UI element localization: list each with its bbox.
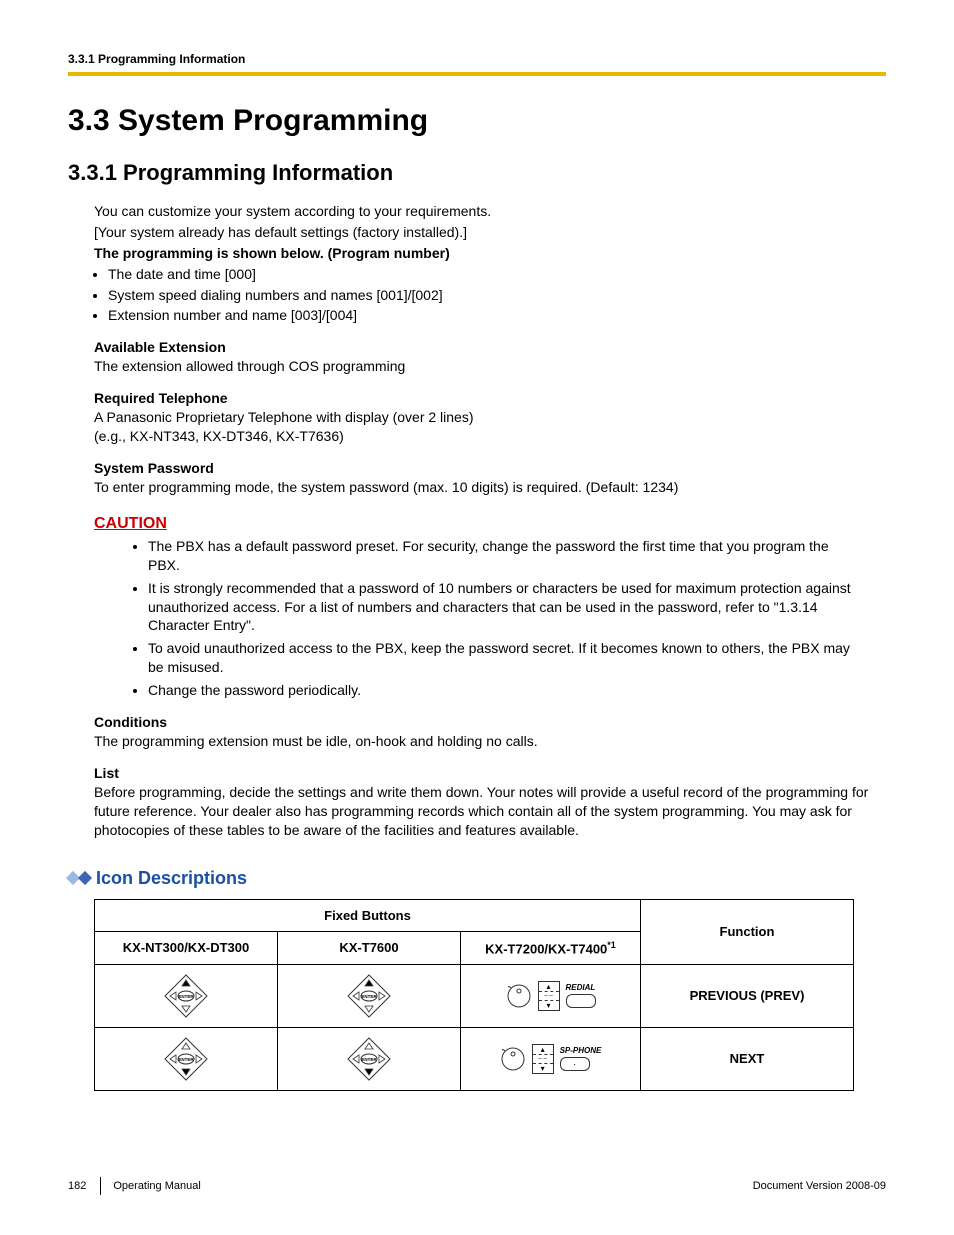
nav-down-icon: ENTER — [278, 1027, 461, 1090]
list-item: The PBX has a default password preset. F… — [148, 537, 860, 575]
system-password-heading: System Password — [94, 460, 886, 476]
rocker-icon: ▴– –▾ — [538, 981, 560, 1011]
nav-down-icon: ENTER — [95, 1027, 278, 1090]
nav-up-icon: ENTER — [95, 964, 278, 1027]
available-extension-text: The extension allowed through COS progra… — [94, 357, 886, 376]
svg-text:ENTER: ENTER — [178, 994, 194, 999]
list-item: The date and time [000] — [108, 265, 886, 284]
conditions-heading: Conditions — [94, 714, 886, 730]
icon-descriptions-label: Icon Descriptions — [96, 868, 247, 889]
list-item: System speed dialing numbers and names [… — [108, 286, 886, 305]
required-telephone-text: A Panasonic Proprietary Telephone with d… — [94, 408, 886, 427]
hard-button-icon: · — [560, 1057, 590, 1071]
conditions-text: The programming extension must be idle, … — [94, 732, 886, 751]
intro-block: You can customize your system according … — [94, 202, 886, 263]
list-heading: List — [94, 765, 886, 781]
table-column-header: KX-NT300/KX-DT300 — [95, 931, 278, 964]
list-item: Change the password periodically. — [148, 681, 860, 700]
table-row: ENTER ENTER ▴– –▾ SP-PHONE — [95, 1027, 854, 1090]
redial-button-icon: ▴– –▾ REDIAL — [461, 964, 641, 1027]
caution-heading: CAUTION — [94, 515, 886, 533]
hard-button-icon — [566, 994, 596, 1008]
fixed-buttons-table: Fixed Buttons Function KX-NT300/KX-DT300… — [94, 899, 854, 1091]
required-telephone-heading: Required Telephone — [94, 390, 886, 406]
intro-line: You can customize your system according … — [94, 202, 886, 221]
system-password-text: To enter programming mode, the system pa… — [94, 478, 886, 497]
jog-dial-icon — [500, 1046, 526, 1072]
col3-label: KX-T7200/KX-T7400 — [485, 941, 607, 956]
subsection-heading: 3.3.1 Programming Information — [68, 160, 886, 186]
required-telephone-text: (e.g., KX-NT343, KX-DT346, KX-T7636) — [94, 427, 886, 446]
list-item: Extension number and name [003]/[004] — [108, 306, 886, 325]
rocker-icon: ▴– –▾ — [532, 1044, 554, 1074]
running-header: 3.3.1 Programming Information — [68, 52, 886, 66]
table-header-function: Function — [641, 899, 854, 964]
button-label: SP-PHONE — [560, 1046, 602, 1055]
col3-footnote: *1 — [607, 940, 616, 950]
icon-descriptions-heading: Icon Descriptions — [68, 868, 886, 889]
page-footer: 182 Operating Manual Document Version 20… — [68, 1177, 886, 1195]
table-column-header: KX-T7200/KX-T7400*1 — [461, 931, 641, 964]
button-label: REDIAL — [566, 983, 596, 992]
section-heading: 3.3 System Programming — [68, 104, 886, 138]
svg-text:ENTER: ENTER — [178, 1057, 194, 1062]
jog-dial-icon — [506, 983, 532, 1009]
intro-line-bold: The programming is shown below. (Program… — [94, 244, 886, 263]
list-item: It is strongly recommended that a passwo… — [148, 579, 860, 636]
caution-bullets: The PBX has a default password preset. F… — [68, 537, 860, 700]
function-cell: PREVIOUS (PREV) — [641, 964, 854, 1027]
table-column-header: KX-T7600 — [278, 931, 461, 964]
diamond-icon — [68, 873, 90, 883]
page-number: 182 — [68, 1180, 86, 1192]
function-cell: NEXT — [641, 1027, 854, 1090]
svg-text:ENTER: ENTER — [361, 1057, 377, 1062]
list-item: To avoid unauthorized access to the PBX,… — [148, 639, 860, 677]
footer-separator — [100, 1177, 101, 1195]
svg-text:ENTER: ENTER — [361, 994, 377, 999]
list-text: Before programming, decide the settings … — [94, 783, 886, 840]
accent-rule — [68, 72, 886, 76]
document-version: Document Version 2008-09 — [753, 1180, 886, 1192]
intro-line: [Your system already has default setting… — [94, 223, 886, 242]
table-header-fixed-buttons: Fixed Buttons — [95, 899, 641, 931]
available-extension-heading: Available Extension — [94, 339, 886, 355]
manual-title: Operating Manual — [113, 1180, 200, 1192]
table-row: ENTER ENTER ▴– –▾ REDIAL — [95, 964, 854, 1027]
sp-phone-button-icon: ▴– –▾ SP-PHONE · — [461, 1027, 641, 1090]
intro-bullets: The date and time [000] System speed dia… — [68, 265, 886, 326]
nav-up-icon: ENTER — [278, 964, 461, 1027]
